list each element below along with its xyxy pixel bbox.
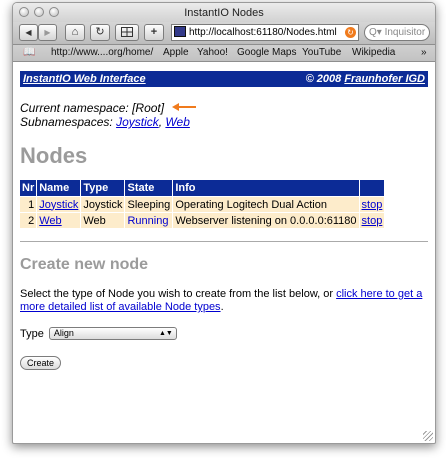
home-button[interactable]: ⌂ bbox=[65, 24, 85, 41]
back-icon: ◀ bbox=[25, 28, 32, 37]
type-select-value: Align bbox=[53, 328, 74, 338]
page-banner: InstantIO Web Interface © 2008 Fraunhofe… bbox=[20, 71, 428, 87]
title-bar: InstantIO Nodes bbox=[13, 3, 435, 22]
browser-toolbar: ◀ ▶ ⌂ ↻ + http://localhost:61180/Nodes.h… bbox=[13, 22, 435, 45]
arrow-left-icon bbox=[172, 103, 197, 111]
column-header: Type bbox=[81, 180, 125, 196]
table-row: 2 Web Web Running Webserver listening on… bbox=[20, 213, 385, 228]
address-text: http://localhost:61180/Nodes.html bbox=[189, 27, 337, 38]
subnamespaces: Subnamespaces: Joystick, Web bbox=[20, 115, 428, 129]
node-state-running-link[interactable]: Running bbox=[125, 213, 173, 228]
subnamespace-link-joystick[interactable]: Joystick bbox=[116, 115, 159, 129]
stop-link[interactable]: stop bbox=[359, 197, 385, 212]
banner-title[interactable]: InstantIO Web Interface bbox=[23, 71, 146, 87]
bookmark-item[interactable]: YouTube bbox=[302, 45, 341, 61]
node-nr: 2 bbox=[20, 213, 37, 228]
copyright-text: © 2008 bbox=[305, 73, 345, 85]
rss-icon[interactable]: ↻ bbox=[345, 27, 356, 38]
create-description-end: . bbox=[220, 301, 224, 313]
resize-grip-icon[interactable] bbox=[423, 431, 433, 441]
subnamespaces-label: Subnamespaces: bbox=[20, 115, 117, 129]
add-bookmark-button[interactable]: + bbox=[144, 24, 164, 41]
current-namespace-value: [Root] bbox=[132, 101, 165, 115]
banner-copyright: © 2008 Fraunhofer IGD bbox=[306, 71, 425, 87]
fraunhofer-link[interactable]: Fraunhofer IGD bbox=[344, 73, 425, 85]
current-namespace: Current namespace: [Root] bbox=[20, 101, 428, 115]
create-description-text: Select the type of Node you wish to crea… bbox=[20, 288, 337, 300]
snapback-button[interactable] bbox=[115, 24, 139, 41]
type-row: Type Align ▲▼ bbox=[20, 327, 428, 340]
column-header: Name bbox=[37, 180, 81, 196]
column-header: Nr bbox=[20, 180, 37, 196]
plus-icon: + bbox=[150, 26, 158, 38]
subnamespace-link-web[interactable]: Web bbox=[165, 115, 189, 129]
window-title: InstantIO Nodes bbox=[184, 7, 264, 19]
browser-window: InstantIO Nodes ◀ ▶ ⌂ ↻ + http://localho… bbox=[12, 2, 436, 444]
bookmark-item[interactable]: Apple bbox=[163, 45, 189, 61]
zoom-window-button[interactable] bbox=[49, 7, 59, 17]
grid-icon bbox=[121, 27, 133, 37]
window-controls bbox=[19, 7, 59, 17]
minimize-window-button[interactable] bbox=[34, 7, 44, 17]
stop-link[interactable]: stop bbox=[359, 213, 385, 228]
forward-icon: ▶ bbox=[44, 28, 51, 37]
table-header-row: Nr Name Type State Info bbox=[20, 180, 385, 196]
bookmark-item[interactable]: Wikipedia bbox=[352, 45, 395, 61]
nodes-heading: Nodes bbox=[20, 143, 88, 168]
page-content: InstantIO Web Interface © 2008 Fraunhofe… bbox=[13, 71, 435, 371]
column-header: Info bbox=[173, 180, 359, 196]
select-arrows-icon: ▲▼ bbox=[159, 330, 173, 337]
section-divider bbox=[20, 241, 428, 242]
create-button[interactable]: Create bbox=[20, 356, 62, 370]
bookmark-item[interactable]: Google Maps bbox=[237, 45, 296, 61]
node-name-link[interactable]: Joystick bbox=[37, 197, 81, 212]
node-type: Joystick bbox=[81, 197, 125, 212]
table-row: 1 Joystick Joystick Sleeping Operating L… bbox=[20, 197, 385, 212]
current-namespace-label: Current namespace: bbox=[20, 101, 133, 115]
node-info: Webserver listening on 0.0.0.0:61180 bbox=[173, 213, 359, 228]
bookmark-item[interactable]: http://www....org/home/ bbox=[51, 45, 153, 61]
reload-button[interactable]: ↻ bbox=[90, 24, 110, 41]
type-label: Type bbox=[20, 327, 44, 340]
reload-icon: ↻ bbox=[95, 26, 105, 38]
search-input[interactable]: Q▾ Inquisitor bbox=[364, 24, 430, 41]
home-icon: ⌂ bbox=[71, 26, 79, 38]
column-header: State bbox=[125, 180, 173, 196]
node-info: Operating Logitech Dual Action bbox=[173, 197, 359, 212]
node-state: Sleeping bbox=[125, 197, 173, 212]
create-description: Select the type of Node you wish to crea… bbox=[20, 288, 428, 314]
namespace-info: Current namespace: [Root] Subnamespaces:… bbox=[20, 101, 428, 129]
forward-button[interactable]: ▶ bbox=[38, 24, 57, 41]
node-nr: 1 bbox=[20, 197, 37, 212]
bookmark-item[interactable]: Yahoo! bbox=[197, 45, 228, 61]
column-header bbox=[359, 180, 385, 196]
type-select[interactable]: Align ▲▼ bbox=[48, 327, 177, 340]
more-bookmarks-icon[interactable]: » bbox=[421, 45, 427, 61]
favicon-icon bbox=[174, 26, 186, 37]
bookmarks-bar: 📖 http://www....org/home/ Apple Yahoo! G… bbox=[13, 45, 435, 62]
back-button[interactable]: ◀ bbox=[19, 24, 38, 41]
nodes-table: Nr Name Type State Info 1 Joystick Joyst… bbox=[19, 179, 385, 229]
close-window-button[interactable] bbox=[19, 7, 29, 17]
address-bar[interactable]: http://localhost:61180/Nodes.html ↻ bbox=[171, 24, 359, 41]
book-icon[interactable]: 📖 bbox=[23, 45, 35, 61]
node-name-link[interactable]: Web bbox=[37, 213, 81, 228]
create-node-heading: Create new node bbox=[20, 256, 149, 273]
node-type: Web bbox=[81, 213, 125, 228]
